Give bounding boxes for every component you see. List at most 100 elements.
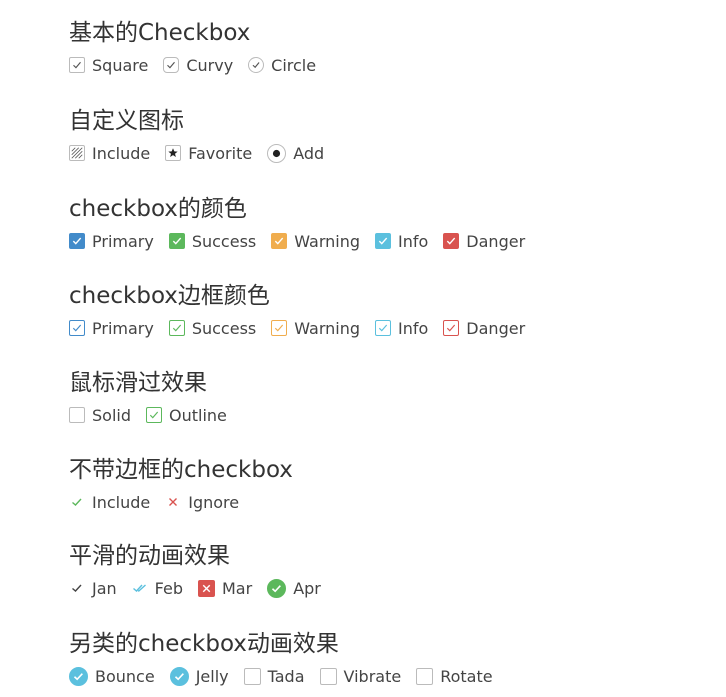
check-icon bbox=[69, 57, 85, 73]
checkbox-success[interactable]: Success bbox=[168, 231, 257, 251]
checkbox-info[interactable]: Info bbox=[375, 232, 428, 251]
checkbox-circle[interactable]: Circle bbox=[248, 56, 316, 75]
checkbox-label: Include bbox=[92, 143, 151, 163]
section-smooth-animation: 平滑的动画效果 Jan Feb Mar Apr bbox=[69, 541, 336, 601]
checkbox-label: Vibrate bbox=[343, 666, 402, 686]
section-title: 平滑的动画效果 bbox=[69, 543, 230, 569]
checkbox-label: Info bbox=[398, 318, 429, 338]
checkbox-label: Primary bbox=[92, 231, 154, 251]
checkbox-feb[interactable]: Feb bbox=[132, 579, 183, 598]
section-custom-icon: 自定义图标 Include Favorite Add bbox=[69, 106, 339, 166]
checkbox-label: Info bbox=[398, 231, 429, 251]
section-title: checkbox边框颜色 bbox=[69, 283, 270, 309]
checkbox-include[interactable]: Include bbox=[69, 144, 150, 163]
checkbox-include-borderless[interactable]: Include bbox=[69, 493, 150, 512]
check-icon bbox=[146, 407, 162, 423]
checkbox-apr[interactable]: Apr bbox=[267, 578, 321, 598]
section-title: 另类的checkbox动画效果 bbox=[69, 631, 339, 657]
checkbox-bounce[interactable]: Bounce bbox=[69, 666, 155, 686]
double-check-icon bbox=[132, 580, 148, 596]
section-title: 自定义图标 bbox=[69, 108, 184, 134]
empty-box-icon bbox=[243, 667, 261, 685]
check-icon bbox=[69, 580, 85, 596]
checkbox-danger[interactable]: Danger bbox=[443, 232, 525, 251]
checkbox-label: Outline bbox=[169, 405, 227, 425]
checkbox-warning-outline[interactable]: Warning bbox=[271, 319, 360, 338]
check-icon bbox=[267, 578, 287, 598]
empty-box-icon bbox=[319, 667, 337, 685]
checkbox-label: Include bbox=[92, 492, 151, 512]
checkbox-label: Square bbox=[92, 55, 149, 75]
checkbox-primary-outline[interactable]: Primary bbox=[69, 319, 154, 338]
checkbox-primary[interactable]: Primary bbox=[69, 232, 154, 251]
checkbox-label: Danger bbox=[466, 231, 526, 251]
checkbox-add[interactable]: Add bbox=[267, 143, 325, 163]
check-icon bbox=[69, 320, 85, 336]
checkbox-jan[interactable]: Jan bbox=[69, 579, 117, 598]
checkbox-label: Warning bbox=[294, 231, 361, 251]
checkbox-solid[interactable]: Solid bbox=[69, 406, 131, 425]
hatch-icon bbox=[69, 145, 85, 161]
check-icon bbox=[271, 233, 288, 249]
checkbox-square[interactable]: Square bbox=[69, 56, 148, 75]
check-icon bbox=[443, 233, 460, 249]
empty-box-icon bbox=[416, 667, 434, 685]
checkbox-outline[interactable]: Outline bbox=[146, 406, 227, 425]
checkbox-label: Warning bbox=[294, 318, 361, 338]
check-icon bbox=[168, 233, 185, 249]
checkbox-label: Rotate bbox=[440, 666, 493, 686]
checkbox-demo-page: 基本的Checkbox Square Curvy Circle 自定义图标 In… bbox=[0, 0, 726, 697]
checkbox-jelly[interactable]: Jelly bbox=[169, 666, 229, 686]
checkbox-label: Solid bbox=[92, 405, 131, 425]
section-title: 不带边框的checkbox bbox=[69, 457, 293, 483]
check-icon bbox=[69, 666, 88, 686]
checkbox-label: Favorite bbox=[188, 143, 253, 163]
check-icon bbox=[163, 57, 180, 73]
check-icon bbox=[169, 666, 189, 686]
check-icon bbox=[375, 233, 392, 249]
checkbox-label: Curvy bbox=[186, 55, 234, 75]
dot-icon bbox=[267, 143, 287, 163]
check-icon bbox=[168, 320, 185, 336]
checkbox-curvy[interactable]: Curvy bbox=[163, 56, 233, 75]
cross-icon bbox=[165, 494, 181, 510]
checkbox-favorite[interactable]: Favorite bbox=[165, 144, 252, 163]
check-icon bbox=[248, 57, 265, 73]
section-alternative-animation: 另类的checkbox动画效果 Bounce Jelly Tada Vibrat… bbox=[69, 629, 508, 689]
checkbox-mar[interactable]: Mar bbox=[198, 579, 252, 598]
checkbox-rotate[interactable]: Rotate bbox=[416, 666, 493, 686]
checkbox-danger-outline[interactable]: Danger bbox=[443, 319, 525, 338]
checkbox-label: Success bbox=[191, 231, 257, 251]
checkbox-label: Ignore bbox=[188, 492, 240, 512]
checkbox-row: Jan Feb Mar Apr bbox=[69, 575, 336, 601]
checkbox-row: Bounce Jelly Tada Vibrate Rotate bbox=[69, 663, 508, 689]
check-icon bbox=[69, 233, 85, 249]
checkbox-success-outline[interactable]: Success bbox=[168, 319, 256, 338]
checkbox-warning[interactable]: Warning bbox=[271, 232, 360, 251]
star-icon bbox=[165, 145, 182, 161]
check-icon bbox=[443, 320, 460, 336]
section-hover-effect: 鼠标滑过效果 Solid Outline bbox=[69, 368, 242, 428]
check-icon bbox=[69, 494, 85, 510]
empty-box-icon bbox=[69, 407, 85, 423]
section-basic-checkbox: 基本的Checkbox Square Curvy Circle bbox=[69, 18, 331, 78]
check-icon bbox=[375, 320, 392, 336]
section-checkbox-colors: checkbox的颜色 Primary Success Warning Info… bbox=[69, 194, 540, 254]
cross-icon bbox=[198, 579, 215, 597]
checkbox-row: Include Favorite Add bbox=[69, 140, 339, 166]
checkbox-vibrate[interactable]: Vibrate bbox=[319, 666, 402, 686]
checkbox-row: Primary Success Warning Info Danger bbox=[69, 228, 540, 254]
checkbox-row: Primary Success Warning Info Danger bbox=[69, 315, 540, 341]
checkbox-tada[interactable]: Tada bbox=[243, 667, 305, 686]
checkbox-label: Add bbox=[293, 143, 325, 163]
section-checkbox-border-colors: checkbox边框颜色 Primary Success Warning Inf… bbox=[69, 281, 540, 341]
checkbox-label: Bounce bbox=[95, 666, 155, 686]
checkbox-label: Feb bbox=[154, 578, 183, 598]
checkbox-label: Jelly bbox=[195, 666, 229, 686]
section-title: 鼠标滑过效果 bbox=[69, 370, 207, 396]
checkbox-row: Square Curvy Circle bbox=[69, 52, 331, 78]
checkbox-info-outline[interactable]: Info bbox=[375, 319, 428, 338]
checkbox-row: Solid Outline bbox=[69, 402, 242, 428]
checkbox-label: Primary bbox=[92, 318, 154, 338]
checkbox-ignore-borderless[interactable]: Ignore bbox=[165, 493, 239, 512]
